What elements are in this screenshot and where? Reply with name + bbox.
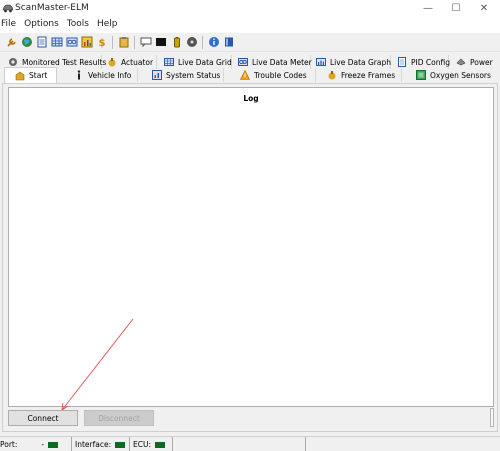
warning-icon xyxy=(240,70,250,80)
dollar-icon[interactable]: $ xyxy=(96,36,108,48)
info-icon xyxy=(77,70,81,80)
tab-label: Live Data Graph xyxy=(330,57,391,67)
globe-icon[interactable] xyxy=(21,36,33,48)
maximize-button[interactable]: ☐ xyxy=(442,0,470,17)
tab-label: Oxygen Sensors xyxy=(430,70,491,80)
title-bar: ScanMaster-ELM — ☐ ✕ xyxy=(0,0,500,17)
start-icon xyxy=(15,71,25,80)
info-icon[interactable] xyxy=(208,36,220,48)
menu-options[interactable]: Options xyxy=(23,17,64,33)
tab-label: Power xyxy=(470,57,493,67)
status-icon xyxy=(152,70,162,80)
log-title: Log xyxy=(243,94,259,103)
grid-icon[interactable] xyxy=(51,36,63,48)
tab-power[interactable]: Power xyxy=(456,55,500,69)
toolbar-separator xyxy=(112,36,113,49)
tab-start[interactable]: Start xyxy=(4,67,57,83)
battery-icon[interactable] xyxy=(171,36,183,48)
terminal-icon[interactable] xyxy=(155,36,167,48)
ecu-led xyxy=(155,441,165,448)
meter-icon[interactable] xyxy=(66,36,78,48)
connect-button[interactable]: Connect xyxy=(8,410,78,426)
pid-icon xyxy=(398,57,406,67)
chat-icon[interactable] xyxy=(140,36,152,48)
tab-label: PID Config xyxy=(411,57,450,67)
port-value: - xyxy=(41,440,45,449)
tab-trouble-codes[interactable]: Trouble Codes xyxy=(240,68,316,82)
tab-oxygen-sensors[interactable]: Oxygen Sensors xyxy=(416,68,500,82)
tab-freeze-frames[interactable]: Freeze Frames xyxy=(327,68,402,82)
disconnect-button[interactable]: Disconnect xyxy=(84,410,154,426)
status-bar: Port: - Interface: ECU: xyxy=(0,436,500,451)
oxygen-icon xyxy=(416,70,426,80)
port-label: Port: xyxy=(0,440,18,449)
car-icon xyxy=(2,4,14,13)
ecu-label: ECU: xyxy=(133,440,151,449)
tab-vehicle-info[interactable]: Vehicle Info xyxy=(74,68,138,82)
toolbar: $ xyxy=(0,33,500,52)
disc-icon[interactable] xyxy=(186,36,198,48)
tab-label: Vehicle Info xyxy=(88,70,132,80)
interface-led xyxy=(115,441,126,448)
interface-status: Interface: xyxy=(75,437,130,451)
tab-actuator[interactable]: Actuator xyxy=(107,55,157,69)
status-segment xyxy=(176,437,306,451)
tab-label: Start xyxy=(29,71,48,80)
menu-bar: File Options Tools Help xyxy=(0,17,500,33)
tab-pid-config[interactable]: PID Config xyxy=(397,55,450,69)
interface-label: Interface: xyxy=(75,440,112,449)
log-panel[interactable]: Log xyxy=(8,87,494,407)
tab-label: Trouble Codes xyxy=(254,70,307,80)
wrench-icon[interactable] xyxy=(6,36,18,48)
toolbar-separator xyxy=(134,36,135,49)
tab-live-data-graph[interactable]: Live Data Graph xyxy=(316,55,391,69)
freeze-icon xyxy=(328,71,336,80)
close-button[interactable]: ✕ xyxy=(470,0,498,17)
svg-text:$: $ xyxy=(99,38,106,48)
tab-live-data-meter[interactable]: Live Data Meter xyxy=(238,55,312,69)
tab-row-1: Monitored Test Results Actuator Live Dat… xyxy=(0,55,500,69)
resize-grip[interactable] xyxy=(490,408,494,427)
port-led xyxy=(48,441,59,448)
tab-label: Freeze Frames xyxy=(341,70,396,80)
tab-label: Actuator xyxy=(121,57,154,67)
tab-live-data-grid[interactable]: Live Data Grid xyxy=(164,55,232,69)
graph-icon xyxy=(316,58,326,66)
actuator-icon xyxy=(108,58,116,67)
tab-label: Live Data Meter xyxy=(252,57,312,67)
document-icon[interactable] xyxy=(36,36,48,48)
meter-icon xyxy=(238,58,248,66)
tab-label: System Status xyxy=(166,70,221,80)
tab-label: Live Data Grid xyxy=(178,57,232,67)
menu-tools[interactable]: Tools xyxy=(66,17,94,33)
tab-label: Monitored Test Results xyxy=(22,57,107,67)
ecu-status: ECU: xyxy=(133,437,173,451)
app-window: ScanMaster-ELM — ☐ ✕ File Options Tools … xyxy=(0,0,500,451)
port-status: Port: - xyxy=(0,437,72,451)
power-icon xyxy=(456,58,466,66)
book-icon[interactable] xyxy=(223,36,235,48)
gear-icon xyxy=(9,58,17,66)
menu-file[interactable]: File xyxy=(0,17,21,33)
menu-help[interactable]: Help xyxy=(96,17,123,33)
minimize-button[interactable]: — xyxy=(414,0,442,17)
window-title: ScanMaster-ELM xyxy=(15,3,89,13)
start-tab-panel: Log Connect Disconnect xyxy=(2,83,498,432)
toolbar-separator xyxy=(202,36,203,49)
grid-icon xyxy=(164,58,174,66)
tab-system-status[interactable]: System Status xyxy=(152,68,224,82)
chart-icon[interactable] xyxy=(81,36,93,48)
tab-row-2: Start Vehicle Info System Status Trouble… xyxy=(0,67,500,83)
clipboard-icon[interactable] xyxy=(118,36,130,48)
